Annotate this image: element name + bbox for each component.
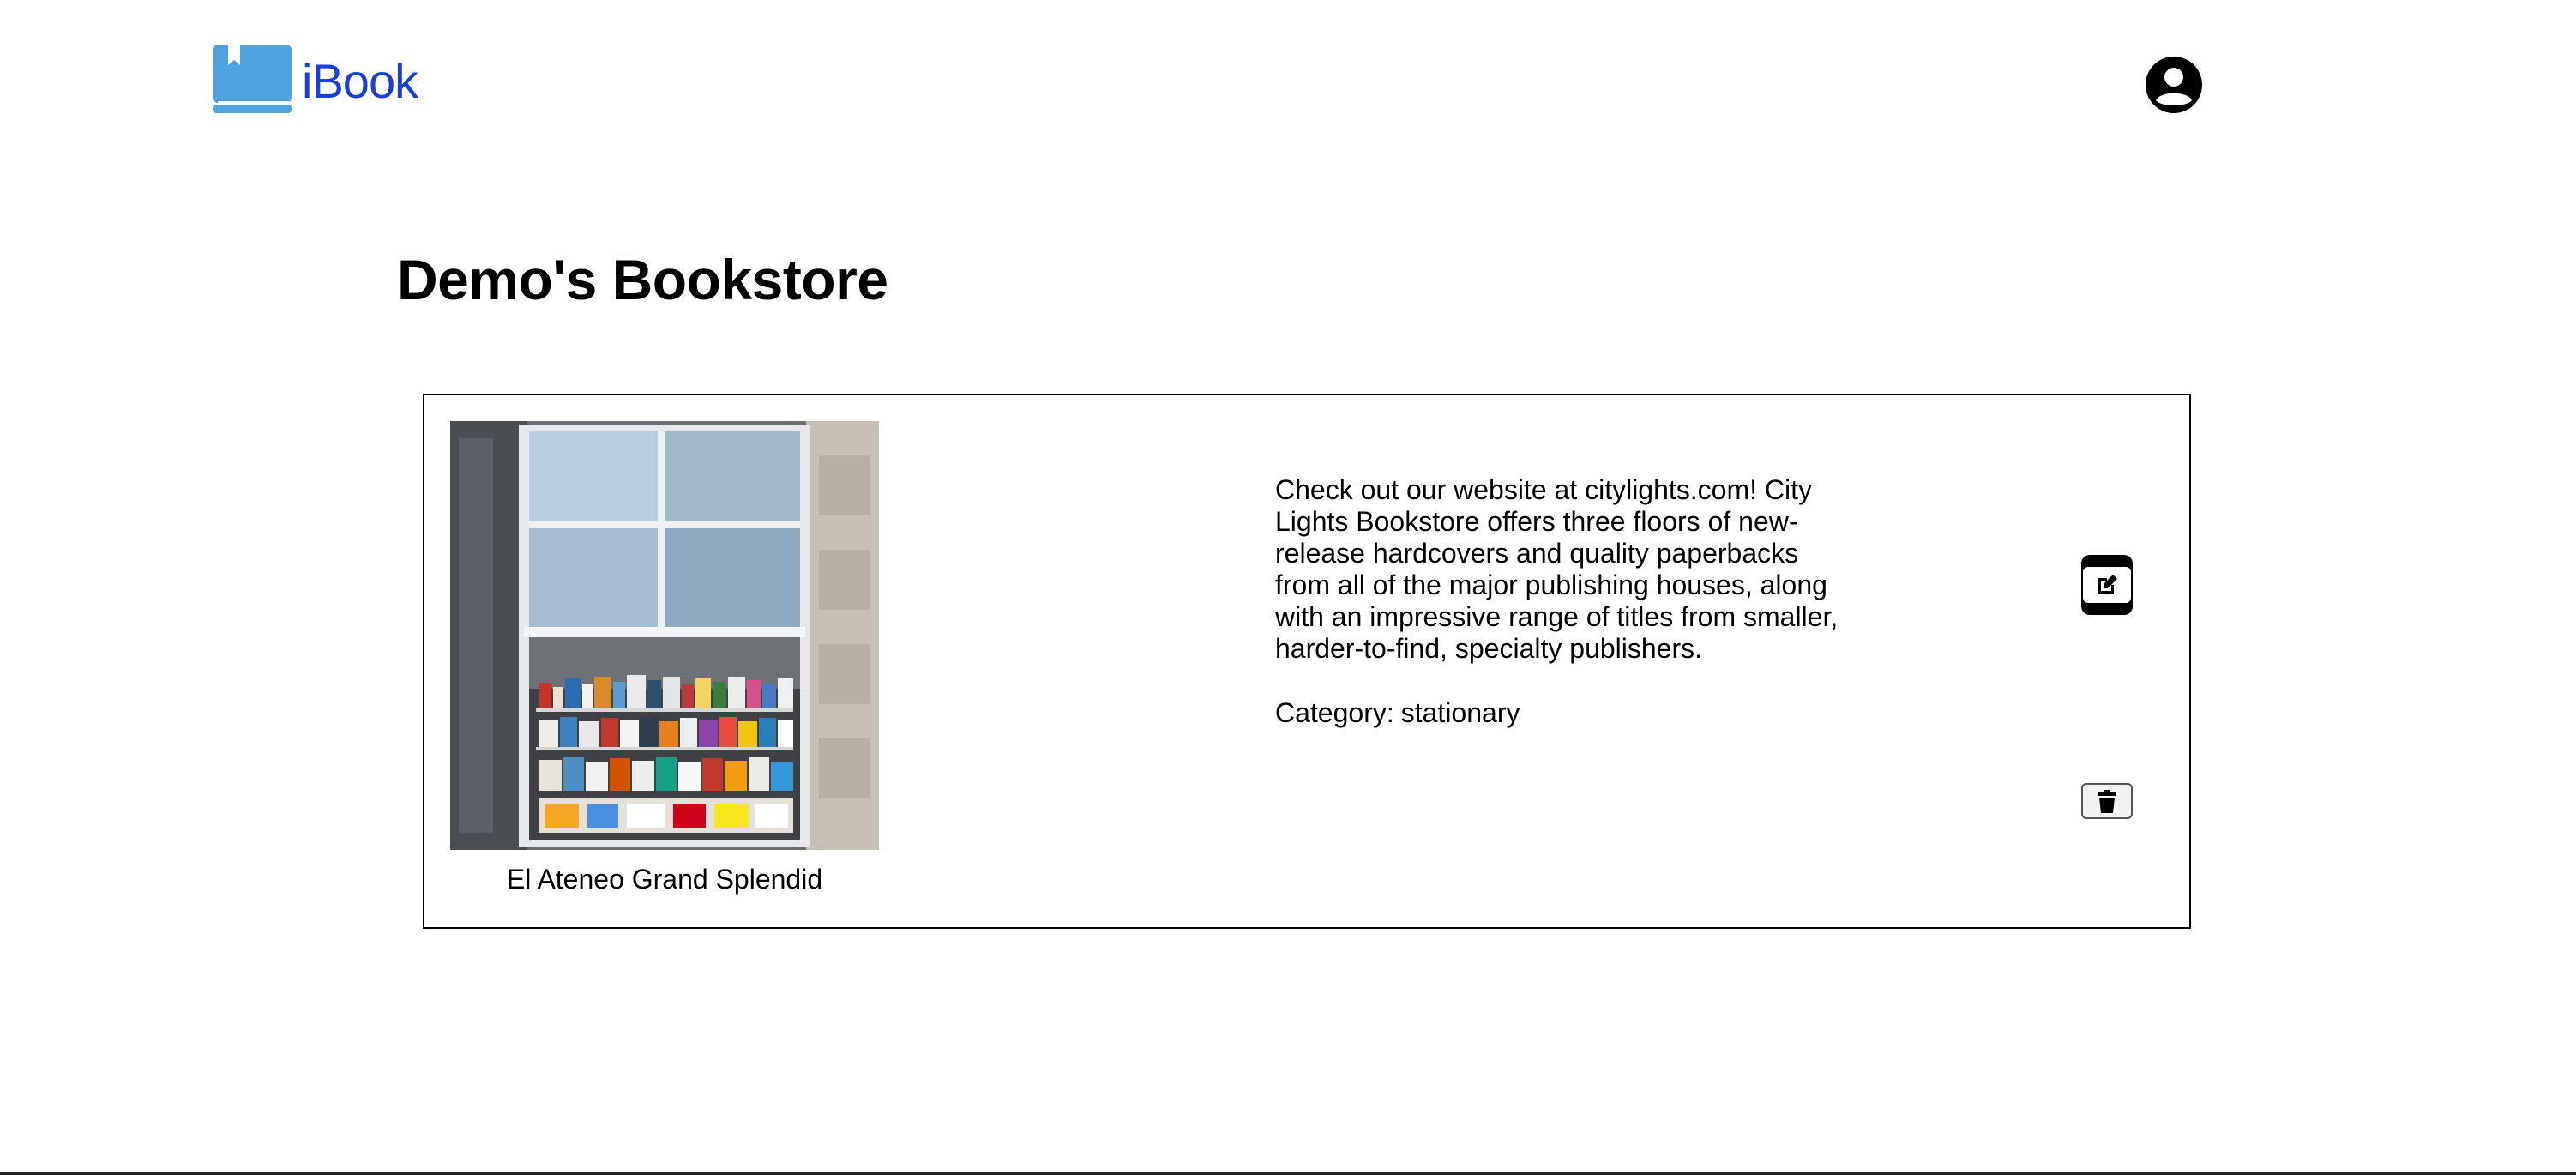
delete-button[interactable] [2081, 783, 2133, 819]
app-header: iBook [0, 0, 2576, 172]
book-icon [213, 45, 292, 113]
store-category: Category: stationary [1275, 697, 1520, 729]
edit-button-face [2083, 567, 2131, 603]
page-title: Demo's Bookstore [397, 248, 888, 311]
account-circle-icon [2146, 57, 2202, 113]
store-description: Check out our website at citylights.com!… [1275, 474, 1839, 664]
category-value: stationary [1400, 697, 1520, 728]
edit-button[interactable] [2081, 555, 2133, 615]
logo-text: iBook [302, 53, 418, 108]
store-name: El Ateneo Grand Splendid [506, 864, 823, 895]
account-button[interactable] [2146, 57, 2202, 113]
store-image [450, 421, 879, 850]
logo-link[interactable]: iBook [211, 45, 418, 117]
category-label: Category: [1275, 697, 1394, 728]
trash-icon [2098, 790, 2116, 813]
store-card: El Ateneo Grand Splendid Check out our w… [423, 394, 2191, 929]
edit-icon [2098, 575, 2117, 594]
